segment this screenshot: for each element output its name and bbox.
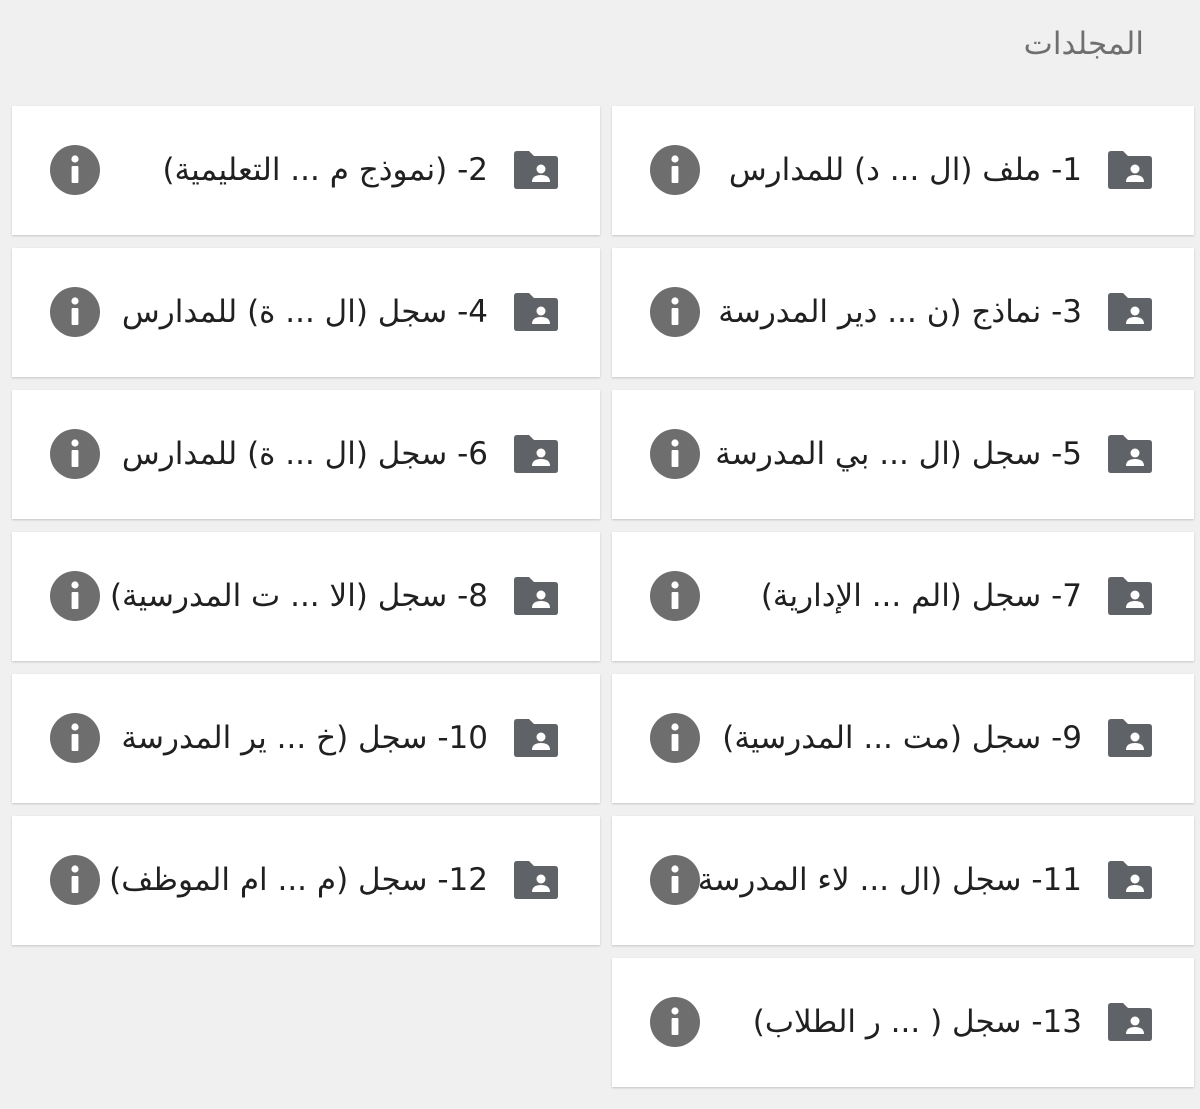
- folder-name: 6- سجل (ال ... ة) للمدارس: [121, 436, 488, 472]
- folder-name: 8- سجل (الا ... ت المدرسية): [109, 578, 488, 614]
- folder-card[interactable]: 11- سجل (ال ... لاء المدرسة: [612, 816, 1194, 945]
- shared-folder-icon: [512, 576, 560, 616]
- info-icon[interactable]: [50, 145, 100, 195]
- folder-name: 3- نماذج (ن ... دير المدرسة: [718, 294, 1082, 330]
- folder-card[interactable]: 3- نماذج (ن ... دير المدرسة: [612, 248, 1194, 377]
- folder-card[interactable]: 5- سجل (ال ... بي المدرسة: [612, 390, 1194, 519]
- folder-name: 5- سجل (ال ... بي المدرسة: [715, 436, 1082, 472]
- shared-folder-icon: [1106, 576, 1154, 616]
- info-icon[interactable]: [50, 713, 100, 763]
- folder-card[interactable]: 9- سجل (مت ... المدرسية): [612, 674, 1194, 803]
- info-icon[interactable]: [650, 713, 700, 763]
- shared-folder-icon: [1106, 860, 1154, 900]
- info-icon[interactable]: [650, 855, 700, 905]
- folder-name: 4- سجل (ال ... ة) للمدارس: [121, 294, 488, 330]
- info-icon[interactable]: [650, 997, 700, 1047]
- folder-name: 1- ملف (ال ... د) للمدارس: [728, 152, 1082, 188]
- shared-folder-icon: [512, 292, 560, 332]
- folder-name: 2- (نموذج م ... التعليمية): [162, 152, 488, 188]
- folder-card[interactable]: 1- ملف (ال ... د) للمدارس: [612, 106, 1194, 235]
- shared-folder-icon: [1106, 1002, 1154, 1042]
- folder-name: 12- سجل (م ... ام الموظف): [109, 862, 488, 898]
- shared-folder-icon: [512, 718, 560, 758]
- info-icon[interactable]: [50, 855, 100, 905]
- folder-card[interactable]: 10- سجل (خ ... ير المدرسة: [12, 674, 600, 803]
- folder-card[interactable]: 6- سجل (ال ... ة) للمدارس: [12, 390, 600, 519]
- folder-name: 9- سجل (مت ... المدرسية): [722, 720, 1082, 756]
- folder-name: 13- سجل ( ... ر الطلاب): [752, 1004, 1082, 1040]
- info-icon[interactable]: [50, 571, 100, 621]
- info-icon[interactable]: [650, 145, 700, 195]
- folder-name: 7- سجل (الم ... الإدارية): [760, 578, 1082, 614]
- shared-folder-icon: [1106, 434, 1154, 474]
- folder-name: 11- سجل (ال ... لاء المدرسة: [697, 862, 1082, 898]
- info-icon[interactable]: [50, 429, 100, 479]
- shared-folder-icon: [1106, 292, 1154, 332]
- info-icon[interactable]: [650, 571, 700, 621]
- info-icon[interactable]: [650, 429, 700, 479]
- shared-folder-icon: [512, 434, 560, 474]
- folders-section-title: المجلدات: [1023, 26, 1144, 62]
- folder-card[interactable]: 7- سجل (الم ... الإدارية): [612, 532, 1194, 661]
- folder-card[interactable]: 8- سجل (الا ... ت المدرسية): [12, 532, 600, 661]
- folder-card[interactable]: 2- (نموذج م ... التعليمية): [12, 106, 600, 235]
- shared-folder-icon: [512, 150, 560, 190]
- shared-folder-icon: [512, 860, 560, 900]
- folders-grid: 1- ملف (ال ... د) للمدارس 2- (نموذج م ..…: [12, 106, 1194, 1087]
- folder-card[interactable]: 12- سجل (م ... ام الموظف): [12, 816, 600, 945]
- shared-folder-icon: [1106, 718, 1154, 758]
- folder-card[interactable]: 13- سجل ( ... ر الطلاب): [612, 958, 1194, 1087]
- info-icon[interactable]: [50, 287, 100, 337]
- folder-card[interactable]: 4- سجل (ال ... ة) للمدارس: [12, 248, 600, 377]
- shared-folder-icon: [1106, 150, 1154, 190]
- folder-name: 10- سجل (خ ... ير المدرسة: [121, 720, 488, 756]
- info-icon[interactable]: [650, 287, 700, 337]
